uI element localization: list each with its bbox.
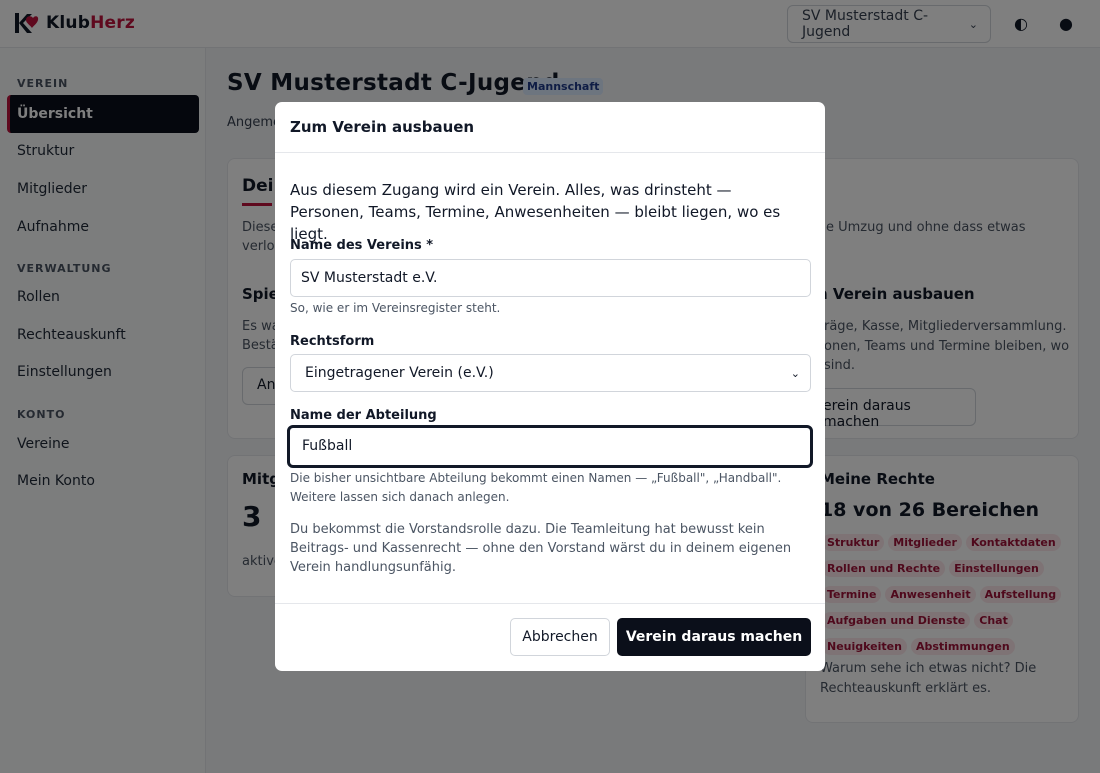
cancel-button[interactable]: Abbrechen (510, 618, 610, 656)
confirm-button[interactable]: Verein daraus machen (617, 618, 811, 656)
dialog-intro: Aus diesem Zugang wird ein Verein. Alles… (290, 181, 781, 243)
upgrade-dialog: Zum Verein ausbauen Aus diesem Zugang wi… (275, 102, 825, 671)
legal-form-label: Rechtsform (290, 334, 375, 349)
legal-form-select[interactable]: Eingetragener Verein (e.V.) ⌄ (290, 354, 811, 392)
club-name-input[interactable]: SV Musterstadt e.V. (290, 259, 811, 297)
role-note: Du bekommst die Vorstandsrolle dazu. Die… (290, 522, 792, 575)
club-name-help: So, wie er im Vereinsregister steht. (290, 301, 501, 315)
chevron-down-icon: ⌄ (790, 366, 800, 380)
dialog-title: Zum Verein ausbauen (290, 118, 475, 136)
department-help: Die bisher unsichtbare Abteilung bekommt… (290, 471, 782, 504)
dialog-header: Zum Verein ausbauen (275, 102, 825, 153)
department-input[interactable]: Fußball (287, 425, 813, 468)
legal-form-value: Eingetragener Verein (e.V.) (305, 365, 494, 381)
club-name-label: Name des Vereins * (290, 238, 434, 253)
dialog-footer: Abbrechen Verein daraus machen (275, 603, 825, 671)
department-label: Name der Abteilung (290, 408, 437, 423)
